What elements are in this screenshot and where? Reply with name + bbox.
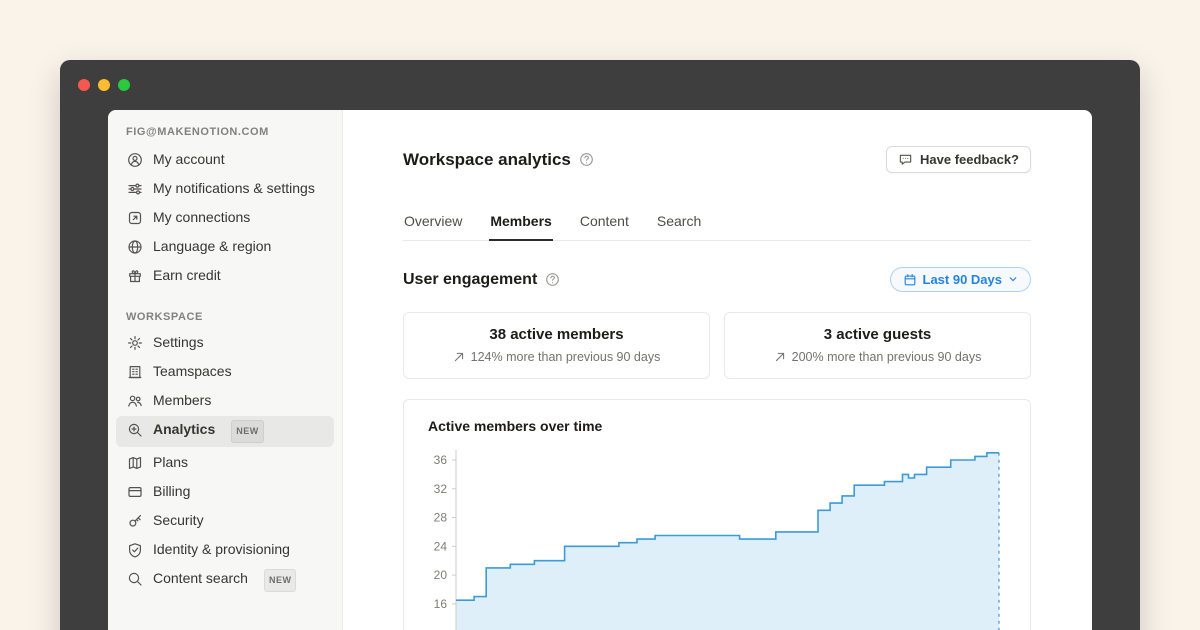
sidebar-item-label: Plans: [153, 453, 188, 472]
globe-icon: [126, 237, 144, 256]
trend-up-icon: [453, 351, 465, 363]
window-titlebar: [60, 60, 1140, 110]
sidebar-item-identity-provisioning[interactable]: Identity & provisioning: [116, 536, 334, 563]
sidebar-item-label: My connections: [153, 208, 250, 227]
credit-card-icon: [126, 482, 144, 501]
workspace-section-label: WORKSPACE: [116, 307, 334, 329]
workspace-menu: Settings Teamspaces Members Analytics NEW Pla…: [116, 329, 334, 596]
page-header: Workspace analytics Have feedback?: [403, 146, 1031, 173]
shield-check-icon: [126, 540, 144, 559]
sidebar-item-label: Language & region: [153, 237, 271, 256]
stat-card: 3 active guests 200% more than previous 9…: [724, 312, 1031, 379]
sidebar-item-analytics[interactable]: Analytics NEW: [116, 416, 334, 447]
sidebar-item-label: My notifications & settings: [153, 179, 315, 198]
page-title: Workspace analytics: [403, 150, 571, 170]
date-range-button[interactable]: Last 90 Days: [890, 267, 1032, 292]
y-tick-label: 20: [434, 568, 448, 582]
sidebar-item-label: Settings: [153, 333, 204, 352]
tab-search[interactable]: Search: [656, 211, 702, 241]
settings-modal: FIG@MAKENOTION.COM My account My notifica…: [108, 110, 1092, 630]
trend-up-icon: [774, 351, 786, 363]
sidebar-item-label: Billing: [153, 482, 190, 501]
stat-delta-text: 124% more than previous 90 days: [471, 350, 661, 364]
tab-members[interactable]: Members: [489, 211, 552, 241]
close-window-button[interactable]: [78, 79, 90, 91]
map-icon: [126, 453, 144, 472]
gift-icon: [126, 266, 144, 285]
stat-value: 38 active members: [414, 326, 699, 343]
section-title: User engagement: [403, 271, 537, 289]
sidebar-item-plans[interactable]: Plans: [116, 449, 334, 476]
stat-delta: 124% more than previous 90 days: [414, 350, 699, 364]
date-range-label: Last 90 Days: [923, 272, 1003, 287]
avatar-icon: [126, 150, 144, 169]
zoom-window-button[interactable]: [118, 79, 130, 91]
sidebar-item-teamspaces[interactable]: Teamspaces: [116, 358, 334, 385]
y-tick-label: 24: [434, 539, 448, 553]
have-feedback-label: Have feedback?: [920, 152, 1019, 167]
sidebar-item-my-account[interactable]: My account: [116, 146, 334, 173]
stat-cards: 38 active members 124% more than previous…: [403, 312, 1031, 379]
minimize-window-button[interactable]: [98, 79, 110, 91]
help-icon[interactable]: [579, 152, 594, 167]
sidebar-item-label: My account: [153, 150, 225, 169]
people-icon: [126, 391, 144, 410]
active-members-chart-card: Active members over time 16 20 24 28 32 36: [403, 399, 1031, 630]
analytics-tabs: Overview Members Content Search: [403, 211, 1031, 241]
settings-sidebar: FIG@MAKENOTION.COM My account My notifica…: [108, 110, 343, 630]
desktop-background: FIG@MAKENOTION.COM My account My notifica…: [0, 0, 1200, 630]
app-window: FIG@MAKENOTION.COM My account My notifica…: [60, 60, 1140, 630]
calendar-icon: [903, 273, 917, 287]
sidebar-item-label: Earn credit: [153, 266, 221, 285]
speech-bubble-icon: [898, 152, 913, 167]
building-icon: [126, 362, 144, 381]
stat-delta-text: 200% more than previous 90 days: [792, 350, 982, 364]
sidebar-item-content-search[interactable]: Content search NEW: [116, 565, 334, 596]
sidebar-item-label: Identity & provisioning: [153, 540, 290, 559]
help-icon[interactable]: [545, 272, 560, 287]
sidebar-item-language-region[interactable]: Language & region: [116, 233, 334, 260]
chevron-down-icon: [1008, 272, 1018, 287]
chart-area-fill: [456, 453, 999, 630]
sidebar-item-label: Analytics: [153, 420, 215, 439]
sidebar-item-label: Content search: [153, 569, 248, 588]
sidebar-item-label: Security: [153, 511, 204, 530]
tab-content[interactable]: Content: [579, 211, 630, 241]
active-members-chart: 16 20 24 28 32 36: [428, 442, 1006, 630]
y-tick-label: 36: [434, 453, 448, 467]
sliders-icon: [126, 179, 144, 198]
sidebar-item-settings[interactable]: Settings: [116, 329, 334, 356]
sidebar-item-label: Teamspaces: [153, 362, 232, 381]
magnifier-icon: [126, 569, 144, 588]
stat-card: 38 active members 124% more than previous…: [403, 312, 710, 379]
tab-overview[interactable]: Overview: [403, 211, 463, 241]
arrow-box-icon: [126, 208, 144, 227]
sidebar-item-earn-credit[interactable]: Earn credit: [116, 262, 334, 289]
stat-value: 3 active guests: [735, 326, 1020, 343]
key-icon: [126, 511, 144, 530]
y-tick-label: 28: [434, 511, 448, 525]
sidebar-item-members[interactable]: Members: [116, 387, 334, 414]
sidebar-item-billing[interactable]: Billing: [116, 478, 334, 505]
magnifier-plus-icon: [126, 420, 144, 439]
sidebar-item-label: Members: [153, 391, 211, 410]
user-engagement-header: User engagement Last 90 Days: [403, 267, 1031, 292]
sidebar-item-my-connections[interactable]: My connections: [116, 204, 334, 231]
new-badge: NEW: [231, 420, 264, 443]
account-email: FIG@MAKENOTION.COM: [116, 124, 334, 146]
settings-content: Workspace analytics Have feedback? Overv…: [343, 110, 1092, 630]
chart-svg: 16 20 24 28 32 36: [428, 442, 1006, 630]
account-menu: My account My notifications & settings My …: [116, 146, 334, 289]
gear-icon: [126, 333, 144, 352]
sidebar-item-my-notifications-settings[interactable]: My notifications & settings: [116, 175, 334, 202]
y-tick-label: 16: [434, 597, 448, 611]
y-tick-label: 32: [434, 482, 448, 496]
have-feedback-button[interactable]: Have feedback?: [886, 146, 1031, 173]
stat-delta: 200% more than previous 90 days: [735, 350, 1020, 364]
new-badge: NEW: [264, 569, 297, 592]
sidebar-item-security[interactable]: Security: [116, 507, 334, 534]
chart-title: Active members over time: [428, 418, 1006, 434]
